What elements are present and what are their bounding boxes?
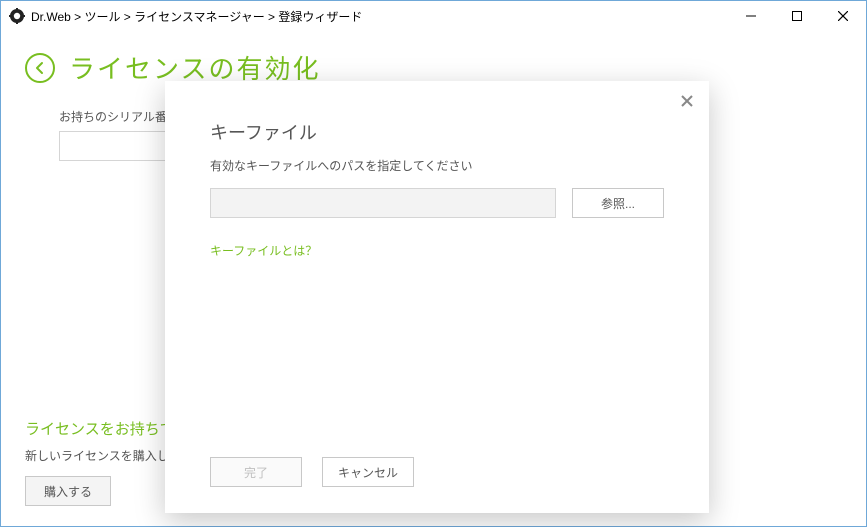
buy-button[interactable]: 購入する	[25, 476, 111, 506]
keyfile-help-link[interactable]: キーファイルとは？	[210, 244, 317, 258]
window-buttons	[728, 1, 866, 31]
breadcrumb: Dr.Web > ツール > ライセンスマネージャー > 登録ウィザード	[31, 8, 728, 25]
path-row: 参照...	[210, 188, 664, 218]
dialog-title: キーファイル	[210, 119, 664, 145]
dialog-instruction: 有効なキーファイルへのパスを指定してください	[210, 157, 664, 174]
finish-button: 完了	[210, 457, 302, 487]
dialog-button-row: 完了 キャンセル	[210, 457, 414, 487]
maximize-button[interactable]	[774, 1, 820, 31]
window-titlebar: Dr.Web > ツール > ライセンスマネージャー > 登録ウィザード	[1, 1, 866, 31]
keyfile-path-input[interactable]	[210, 188, 556, 218]
browse-button[interactable]: 参照...	[572, 188, 664, 218]
dialog-close-button[interactable]	[675, 89, 699, 113]
keyfile-dialog: キーファイル 有効なキーファイルへのパスを指定してください 参照... キーファ…	[165, 81, 709, 513]
cancel-button[interactable]: キャンセル	[322, 457, 414, 487]
back-button[interactable]	[25, 53, 55, 83]
app-icon	[9, 8, 25, 24]
minimize-button[interactable]	[728, 1, 774, 31]
close-button[interactable]	[820, 1, 866, 31]
